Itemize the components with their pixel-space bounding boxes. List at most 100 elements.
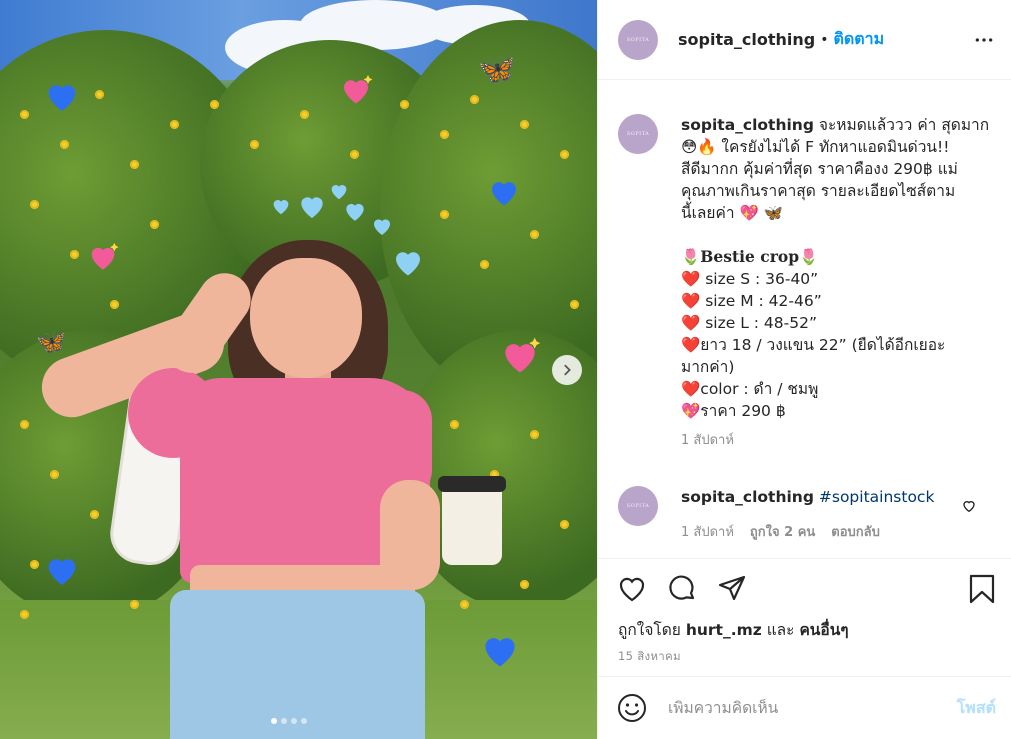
caption-line: มากค่า): [681, 358, 735, 376]
comment-line: sopita_clothing #sopitainstock: [681, 486, 981, 508]
sparkling-pink-heart-icon: [338, 72, 374, 108]
header-username[interactable]: sopita_clothing: [678, 30, 815, 49]
yellow-flower: [560, 150, 569, 159]
yellow-flower: [30, 200, 39, 209]
yellow-flower: [300, 110, 309, 119]
caption-line: 💖ราคา 290 ฿: [681, 402, 786, 420]
caption: SOPITA sopita_clothing จะหมดแล้ววว ค่า ส…: [618, 114, 989, 452]
caption-body: sopita_clothing จะหมดแล้ววว ค่า สุดมาก 😳…: [681, 114, 989, 452]
blue-heart-icon: [42, 550, 82, 590]
light-blue-heart-icon: [390, 244, 426, 280]
share-button[interactable]: [716, 573, 748, 605]
blue-heart-icon: [478, 628, 522, 672]
post-side-panel: SOPITA sopita_clothing • ติดตาม SOPITA s…: [597, 0, 1011, 739]
yellow-flower: [440, 130, 449, 139]
sparkling-pink-heart-icon: [86, 240, 120, 274]
avatar[interactable]: SOPITA: [618, 114, 658, 154]
caption-line: 🌷𝐁𝐞𝐬𝐭𝐢𝐞 𝐜𝐫𝐨𝐩🌷: [681, 247, 819, 266]
post-comment-button[interactable]: โพสต์: [957, 696, 996, 721]
comments-section: SOPITA sopita_clothing จะหมดแล้ววว ค่า ส…: [598, 80, 1011, 558]
header-separator: •: [820, 31, 829, 48]
comment-like-button[interactable]: [961, 498, 977, 514]
yellow-flower: [130, 160, 139, 169]
likes-summary: ถูกใจโดย hurt_.mz และ คนอื่นๆ: [618, 617, 849, 642]
yellow-flower: [530, 430, 539, 439]
yellow-flower: [150, 220, 159, 229]
yellow-flower: [460, 600, 469, 609]
light-blue-heart-icon: [296, 190, 328, 222]
more-options-button[interactable]: [974, 30, 994, 50]
liked-by-others-link[interactable]: คนอื่นๆ: [799, 621, 848, 639]
yellow-flower: [570, 300, 579, 309]
comment: SOPITA sopita_clothing #sopitainstock 1 …: [618, 486, 981, 544]
next-photo-button[interactable]: [552, 355, 582, 385]
heart-icon: [619, 577, 645, 602]
like-button[interactable]: [616, 573, 648, 605]
yellow-flower: [70, 250, 79, 259]
yellow-flower: [440, 210, 449, 219]
follow-button[interactable]: ติดตาม: [834, 27, 885, 52]
carousel-dot: [301, 718, 307, 724]
yellow-flower: [95, 90, 104, 99]
likes-prefix: ถูกใจโดย: [618, 621, 686, 639]
carousel-dot: [271, 718, 277, 724]
post-date[interactable]: 15 สิงหาคม: [618, 648, 681, 666]
yellow-flower: [90, 510, 99, 519]
yellow-flower: [20, 110, 29, 119]
carousel-dot: [291, 718, 297, 724]
caption-line: ❤️ size M : 42-46”: [681, 292, 822, 310]
light-blue-heart-icon: [270, 195, 292, 217]
post-header: SOPITA sopita_clothing • ติดตาม: [598, 0, 1011, 80]
yellow-flower: [210, 100, 219, 109]
smiley-icon: [618, 694, 646, 722]
yellow-flower: [60, 140, 69, 149]
comment-username[interactable]: sopita_clothing: [681, 488, 814, 506]
hashtag-link[interactable]: #sopitainstock: [819, 488, 935, 506]
person-arm: [380, 480, 440, 590]
comment-time[interactable]: 1 สัปดาห์: [681, 522, 734, 544]
liker-username[interactable]: hurt_.mz: [686, 621, 762, 639]
yellow-flower: [400, 100, 409, 109]
add-comment-bar: โพสต์: [598, 676, 1011, 739]
yellow-flower: [470, 95, 479, 104]
likes-conjunction: และ: [761, 621, 800, 639]
avatar-text: SOPITA: [626, 503, 650, 509]
emoji-button[interactable]: [616, 692, 648, 724]
person-face: [250, 258, 362, 378]
carousel-indicator: [271, 718, 307, 724]
yellow-flower: [20, 610, 29, 619]
comment-icon: [669, 575, 695, 600]
light-blue-heart-icon: [342, 198, 368, 224]
reply-button[interactable]: ตอบกลับ: [831, 522, 880, 544]
comment-input[interactable]: [668, 699, 928, 717]
save-button[interactable]: [966, 573, 998, 605]
paper-plane-icon: [718, 575, 746, 601]
caption-time[interactable]: 1 สัปดาห์: [681, 430, 734, 452]
yellow-flower: [30, 560, 39, 569]
caption-line: sopita_clothing จะหมดแล้ววว ค่า สุดมาก: [681, 114, 989, 136]
light-blue-heart-icon: [370, 214, 394, 238]
yellow-flower: [350, 150, 359, 159]
caption-line: นี้เลยค่า 💖 🦋: [681, 204, 783, 222]
yellow-flower: [560, 520, 569, 529]
caption-line: ❤️color : ดำ / ชมพู: [681, 380, 819, 398]
sparkling-pink-heart-icon: [498, 334, 542, 378]
comment-button[interactable]: [666, 573, 698, 605]
avatar[interactable]: SOPITA: [618, 486, 658, 526]
avatar[interactable]: SOPITA: [618, 19, 658, 60]
post-photo[interactable]: 🦋 🦋: [0, 0, 597, 739]
comment-likes[interactable]: ถูกใจ 2 คน: [750, 522, 815, 544]
yellow-flower: [250, 140, 259, 149]
carousel-dot: [281, 718, 287, 724]
caption-username[interactable]: sopita_clothing: [681, 116, 814, 134]
caption-text: จะหมดแล้ววว ค่า สุดมาก: [813, 116, 990, 134]
jeans: [170, 590, 425, 739]
comment-meta: 1 สัปดาห์ ถูกใจ 2 คน ตอบกลับ: [681, 522, 981, 544]
coffee-cup: [442, 480, 502, 565]
blue-heart-icon: [42, 76, 82, 116]
yellow-flower: [520, 580, 529, 589]
yellow-flower: [480, 260, 489, 269]
yellow-flower: [20, 420, 29, 429]
caption-line: ❤️ size S : 36-40”: [681, 270, 819, 288]
caption-line: ❤️ยาว 18 / วงแขน 22” (ยืดได้อีกเยอะ: [681, 336, 946, 354]
